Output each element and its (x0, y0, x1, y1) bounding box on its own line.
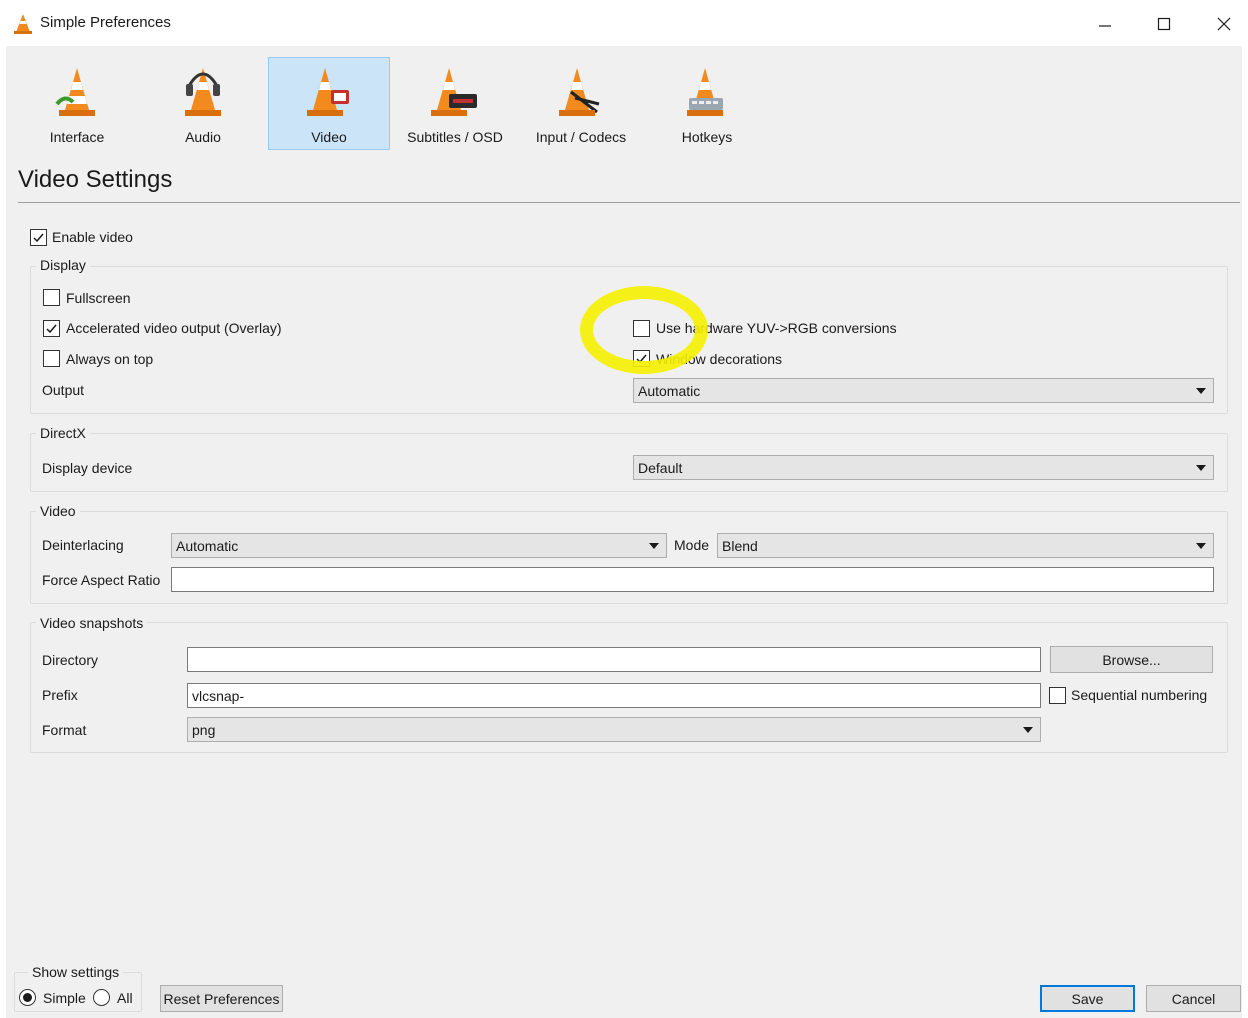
window-title: Simple Preferences (40, 14, 171, 31)
maximize-button[interactable] (1141, 8, 1187, 40)
category-label: Hotkeys (681, 129, 733, 145)
hotkeys-cone-icon (687, 68, 723, 116)
title-divider (18, 202, 1240, 203)
sequential-numbering-label: Sequential numbering (1071, 687, 1208, 703)
vlc-cone-icon (12, 13, 34, 35)
close-button[interactable] (1201, 8, 1247, 40)
input-codecs-cone-icon (559, 68, 600, 116)
category-label: Video (311, 129, 347, 145)
all-label: All (117, 990, 133, 1006)
deinterlacing-value: Automatic (176, 537, 239, 554)
category-subtitles-osd[interactable]: Subtitles / OSD (394, 57, 516, 150)
sequential-numbering-checkbox[interactable] (1049, 687, 1066, 704)
simple-label: Simple (43, 990, 86, 1006)
close-icon (1217, 17, 1231, 31)
always-on-top-checkbox[interactable] (43, 350, 60, 367)
deinterlacing-label: Deinterlacing (42, 537, 124, 553)
prefix-label: Prefix (42, 687, 78, 703)
prefix-input[interactable]: vlcsnap- (187, 683, 1041, 708)
format-value: png (192, 721, 216, 738)
audio-cone-headphones-icon (185, 68, 221, 116)
category-hotkeys[interactable]: Hotkeys (646, 57, 768, 150)
category-label: Subtitles / OSD (407, 129, 503, 145)
subtitles-cone-icon (431, 68, 477, 116)
maximize-icon (1157, 17, 1171, 31)
dropdown-arrow-icon (1023, 727, 1033, 733)
mode-select[interactable]: Blend (717, 533, 1214, 558)
enable-video-label: Enable video (52, 229, 133, 245)
interface-cone-icon (55, 68, 95, 116)
category-video[interactable]: Video (268, 57, 390, 150)
always-on-top-label: Always on top (66, 351, 154, 367)
browse-button[interactable]: Browse... (1050, 646, 1213, 673)
reset-preferences-button[interactable]: Reset Preferences (160, 985, 283, 1012)
output-value: Automatic (638, 382, 701, 399)
display-device-label: Display device (42, 460, 133, 476)
deinterlacing-select[interactable]: Automatic (171, 533, 667, 558)
minimize-button[interactable] (1082, 8, 1128, 40)
directory-label: Directory (42, 652, 99, 668)
checkmark-icon (33, 233, 44, 243)
all-radio[interactable] (93, 989, 110, 1006)
category-label: Interface (49, 129, 105, 145)
category-interface[interactable]: Interface (16, 57, 138, 150)
mode-label: Mode (674, 537, 710, 553)
aspect-ratio-input[interactable] (171, 567, 1214, 592)
category-label: Audio (185, 129, 221, 145)
category-input-codecs[interactable]: Input / Codecs (520, 57, 642, 150)
radio-selected-dot-icon (23, 993, 32, 1002)
video-legend: Video (36, 503, 80, 519)
category-audio[interactable]: Audio (142, 57, 264, 150)
minimize-icon (1099, 25, 1111, 27)
title-bar (0, 0, 1248, 46)
snapshots-legend: Video snapshots (36, 615, 148, 631)
format-select[interactable]: png (187, 717, 1041, 742)
show-settings-legend: Show settings (28, 964, 124, 980)
output-label: Output (42, 382, 85, 398)
category-label: Input / Codecs (535, 129, 627, 145)
display-legend: Display (36, 257, 90, 273)
prefix-value: vlcsnap- (192, 687, 245, 704)
dropdown-arrow-icon (1196, 465, 1206, 471)
enable-video-checkbox[interactable] (30, 229, 47, 246)
display-device-select[interactable]: Default (633, 455, 1214, 480)
checkmark-icon (46, 324, 57, 334)
dropdown-arrow-icon (1196, 388, 1206, 394)
directory-input[interactable] (187, 647, 1041, 672)
dropdown-arrow-icon (649, 543, 659, 549)
video-cone-icon (307, 68, 349, 116)
simple-radio[interactable] (19, 989, 36, 1006)
yellow-marker-highlight (580, 286, 708, 374)
fullscreen-checkbox[interactable] (43, 289, 60, 306)
display-device-value: Default (638, 459, 683, 476)
directx-legend: DirectX (36, 425, 90, 441)
output-select[interactable]: Automatic (633, 378, 1214, 403)
save-button[interactable]: Save (1040, 985, 1135, 1012)
mode-value: Blend (722, 537, 758, 554)
format-label: Format (42, 722, 87, 738)
dropdown-arrow-icon (1196, 543, 1206, 549)
fullscreen-label: Fullscreen (66, 290, 131, 306)
accelerated-output-label: Accelerated video output (Overlay) (66, 320, 282, 336)
accelerated-output-checkbox[interactable] (43, 320, 60, 337)
aspect-ratio-label: Force Aspect Ratio (42, 572, 161, 588)
cancel-button[interactable]: Cancel (1146, 985, 1241, 1012)
page-title: Video Settings (18, 166, 173, 193)
